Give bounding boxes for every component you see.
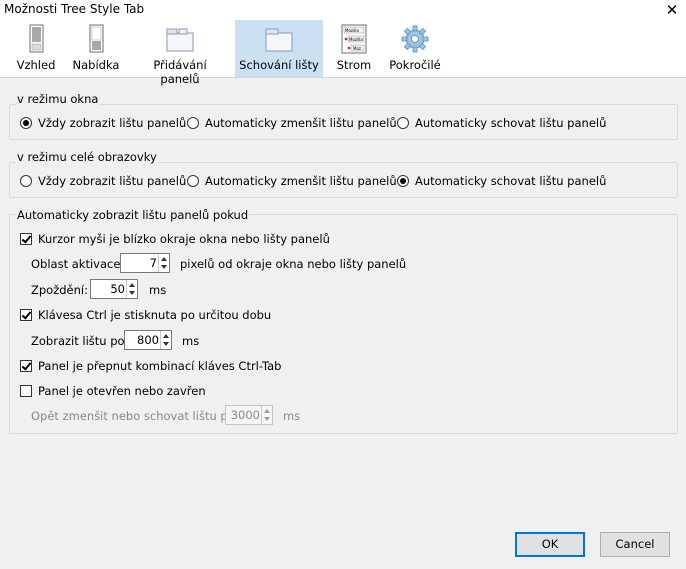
appearance-icon [29,24,44,53]
tab-label: Nabídka [72,58,120,72]
spinner-value: 7 [149,256,157,270]
pane-toolbar: Vzhled Nabídka Přidávání panelů Schování… [0,20,686,86]
window-title: Možnosti Tree Style Tab [4,2,145,16]
spinner-arrows[interactable] [160,331,171,349]
show-after-unit: ms [182,334,200,348]
show-after-label: Zobrazit lištu po [31,334,125,348]
close-icon[interactable]: ✕ [660,0,684,21]
auto-show-legend: Automaticky zobrazit lištu panelů pokud [16,208,250,222]
gear-icon [401,25,429,53]
delay-unit: ms [149,283,167,297]
radio-label: Vždy zobrazit lištu panelů [38,116,187,130]
delay-spinner[interactable]: 50 [90,279,138,299]
auto-show-group [9,214,678,434]
radio-label: Automaticky zmenšit lištu panelů [205,116,397,130]
spinner-arrows[interactable] [261,406,272,424]
spinner-value: 800 [137,333,159,347]
tab-label: Pokročilé [389,58,441,72]
tree-icon-text: Mozilla [345,28,359,33]
spin-down-icon[interactable] [129,291,135,295]
cancel-button[interactable]: Cancel [600,532,670,557]
fullscreen-radio-hide[interactable] [397,175,409,187]
tree-icon: Mozilla Mozilla Moz [341,24,367,54]
spin-down-icon[interactable] [264,417,270,421]
hide-again-unit: ms [283,409,301,423]
fullscreen-radio-always[interactable] [20,175,32,187]
fullscreen-mode-legend: v režimu celé obrazovky [16,150,158,164]
checkbox-label: Kurzor myši je blízko okraje okna nebo l… [38,232,330,246]
ctrl-tab-checkbox[interactable] [20,360,32,372]
activation-area-unit: pixelů od okraje okna nebo lišty panelů [180,257,407,271]
tab-label: Přidávání panelů [153,58,207,86]
window-mode-radio-shrink[interactable] [187,117,199,129]
autohide-icon [265,28,293,52]
tab-appearance[interactable]: Vzhled [12,20,60,77]
checkbox-label: Panel je otevřen nebo zavřen [38,384,206,398]
menu-icon [89,24,104,53]
new-tab-icon [166,28,194,52]
tab-menu[interactable]: Nabídka [70,20,122,77]
tab-open-close-checkbox[interactable] [20,385,32,397]
spin-up-icon[interactable] [163,334,169,338]
activation-area-spinner[interactable]: 7 [120,253,170,273]
window-mode-legend: v režimu okna [16,92,100,106]
ok-button[interactable]: OK [515,532,585,557]
tree-icon-text: Mozilla [349,37,363,42]
tab-tree[interactable]: Mozilla Mozilla Moz Strom [331,20,377,77]
spin-up-icon[interactable] [129,283,135,287]
spin-up-icon[interactable] [161,257,167,261]
tree-icon-text: Moz [353,46,361,51]
spinner-value: 3000 [230,408,260,422]
window-mode-radio-hide[interactable] [397,117,409,129]
spin-up-icon[interactable] [264,409,270,413]
checkbox-label: Klávesa Ctrl je stisknuta po určitou dob… [38,308,272,322]
cursor-near-checkbox[interactable] [20,233,32,245]
spinner-arrows[interactable] [158,254,169,272]
spinner-arrows[interactable] [126,280,137,298]
tab-label: Strom [336,58,372,72]
spinner-value: 50 [110,282,125,296]
tab-new-tabs[interactable]: Přidávání panelů [132,20,228,86]
spin-down-icon[interactable] [161,265,167,269]
show-after-spinner[interactable]: 800 [124,330,172,350]
tab-autohide[interactable]: Schování lišty [235,20,323,77]
radio-label: Automaticky schovat lištu panelů [415,174,607,188]
fullscreen-radio-shrink[interactable] [187,175,199,187]
delay-label: Zpoždění: [31,283,88,297]
radio-label: Vždy zobrazit lištu panelů [38,174,187,188]
hide-again-label: Opět zmenšit nebo schovat lištu po [31,409,235,423]
checkbox-label: Panel je přepnut kombinací kláves Ctrl-T… [38,359,282,373]
radio-label: Automaticky schovat lištu panelů [415,116,607,130]
radio-label: Automaticky zmenšit lištu panelů [205,174,397,188]
hide-again-spinner[interactable]: 3000 [225,405,273,425]
activation-area-label: Oblast aktivace: [31,257,125,271]
tab-label: Vzhled [16,58,56,72]
spin-down-icon[interactable] [163,342,169,346]
ctrl-key-checkbox[interactable] [20,309,32,321]
tab-label: Schování lišty [239,58,319,72]
window-mode-radio-always[interactable] [20,117,32,129]
tab-advanced[interactable]: Pokročilé [386,20,444,77]
